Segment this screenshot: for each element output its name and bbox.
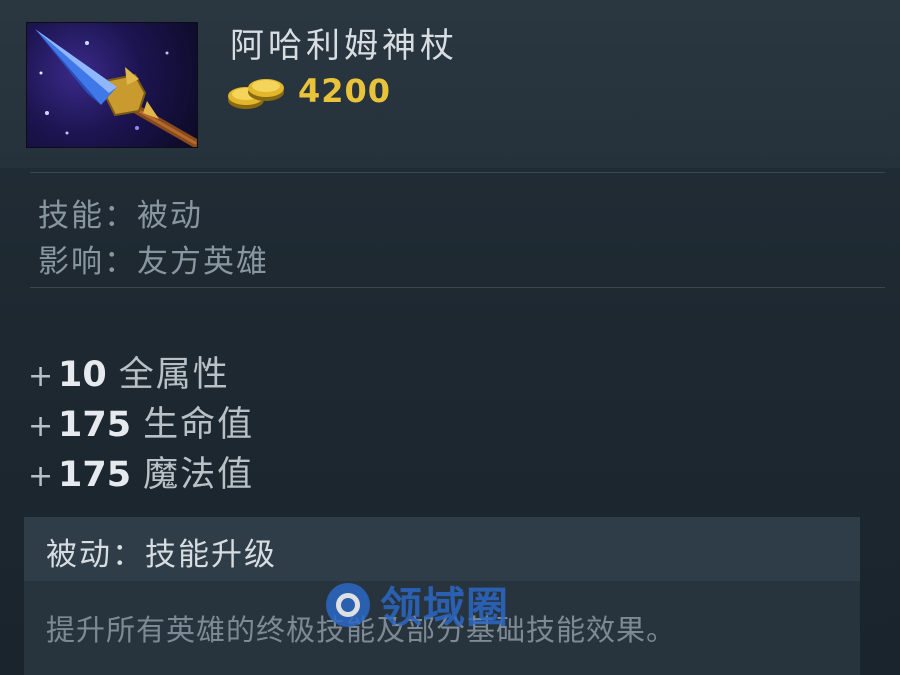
plus-sign: + <box>28 359 54 394</box>
aghanims-scepter-icon <box>26 22 198 148</box>
plus-sign: + <box>28 459 54 494</box>
divider <box>30 172 885 173</box>
watermark: 领域圈 <box>322 574 509 635</box>
attribute-label: 生命值 <box>143 405 255 445</box>
attribute-line: + 10 全属性 <box>28 346 230 397</box>
divider <box>30 287 885 288</box>
attribute-label: 魔法值 <box>143 455 255 495</box>
gold-coins-icon <box>226 72 288 112</box>
watermark-text: 领域圈 <box>380 583 510 632</box>
watermark-logo-icon <box>326 582 370 627</box>
attribute-label: 全属性 <box>118 355 230 395</box>
attribute-value: 175 <box>58 455 132 495</box>
attribute-line: + 175 生命值 <box>28 396 254 447</box>
attribute-value: 175 <box>58 405 132 445</box>
skill-type-text: 技能：被动 <box>38 198 203 234</box>
attribute-line: + 175 魔法值 <box>28 446 254 497</box>
item-cost: 4200 <box>298 72 392 110</box>
plus-sign: + <box>28 409 54 444</box>
tooltip-header: 阿哈利姆神杖 4200 <box>0 0 900 168</box>
ability-header: 被动：技能升级 <box>24 517 860 581</box>
affects-text: 影响：友方英雄 <box>38 244 269 280</box>
item-tooltip: 阿哈利姆神杖 4200 技能：被动 影响：友方英雄 + 10 全属性 + 175… <box>0 0 900 675</box>
item-name: 阿哈利姆神杖 <box>230 26 458 66</box>
ability-title: 被动：技能升级 <box>46 537 277 573</box>
attribute-value: 10 <box>58 355 107 395</box>
